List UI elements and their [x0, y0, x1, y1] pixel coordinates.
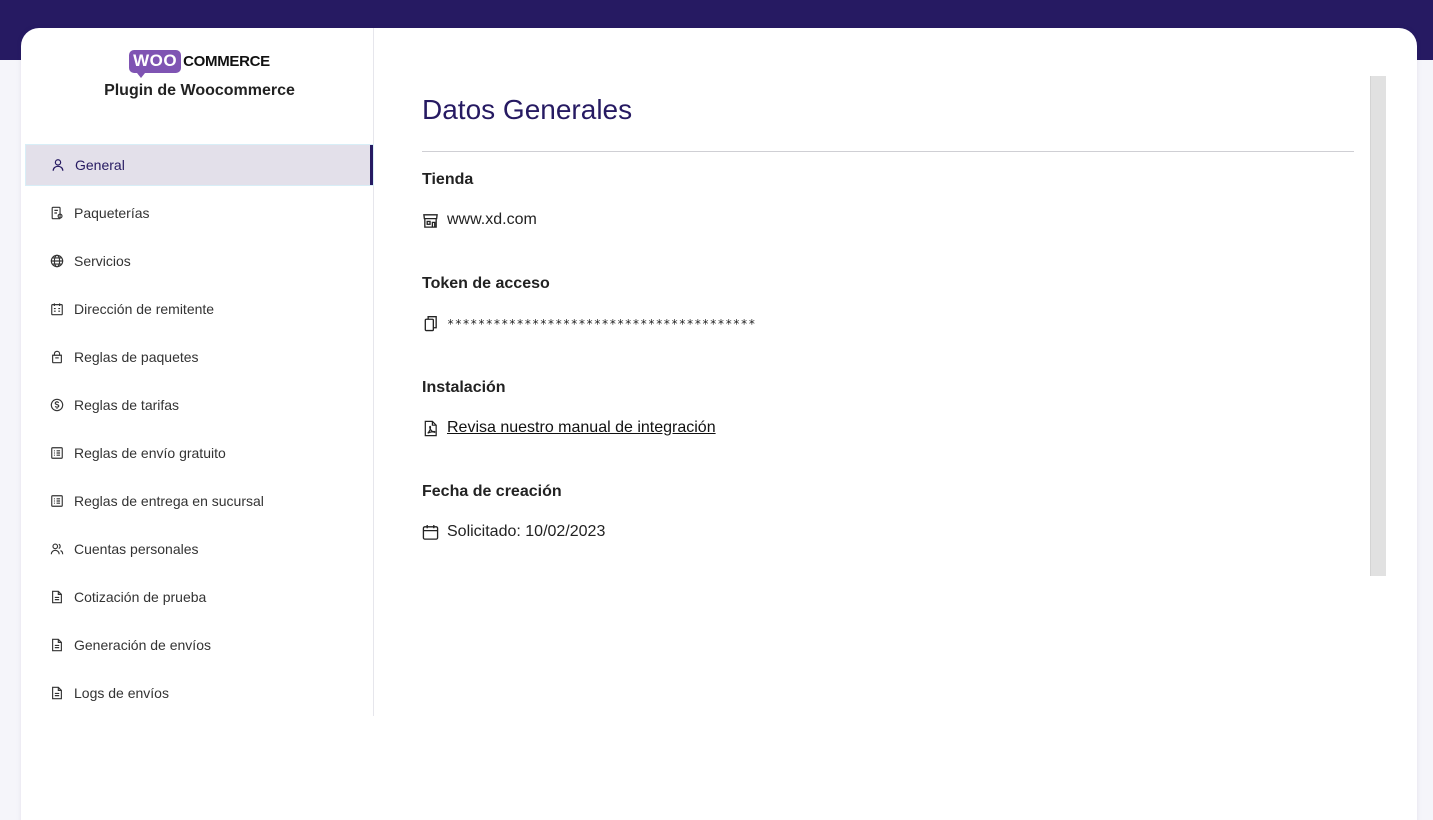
list-icon [49, 445, 65, 461]
plugin-title: Plugin de Woocommerce [104, 82, 295, 99]
sidebar-item-label: Reglas de entrega en sucursal [74, 493, 264, 509]
sidebar-item-label: Reglas de paquetes [74, 349, 199, 365]
brand-block: WOO COMMERCE Plugin de Woocommerce [25, 48, 374, 100]
sidebar-item-label: General [75, 157, 125, 173]
users-icon [49, 541, 65, 557]
sidebar-item-reglas-paquetes[interactable]: Reglas de paquetes [25, 336, 374, 378]
sidebar-item-direccion-remitente[interactable]: Dirección de remitente [25, 288, 374, 330]
store-value-row: www.xd.com [422, 211, 537, 229]
integration-manual-link[interactable]: Revisa nuestro manual de integración [447, 419, 716, 437]
store-icon [422, 212, 439, 229]
sidebar-item-label: Dirección de remitente [74, 301, 215, 317]
page-title: Datos Generales [422, 94, 633, 125]
sidebar-item-paqueterias[interactable]: Paqueterías [25, 192, 374, 234]
user-icon [50, 157, 66, 173]
sidebar-item-label: Reglas de envío gratuito [74, 445, 226, 461]
sidebar: WOO COMMERCE Plugin de Woocommerce Gener… [25, 28, 374, 716]
store-label: Tienda [422, 171, 474, 188]
sidebar-item-label: Cotización de prueba [74, 589, 207, 605]
copy-icon[interactable] [422, 315, 439, 332]
vertical-scrollbar[interactable] [1370, 76, 1386, 576]
sidebar-item-reglas-tarifas[interactable]: Reglas de tarifas [25, 384, 374, 426]
logo-commerce-text: COMMERCE [183, 52, 270, 70]
sidebar-item-cotizacion-prueba[interactable]: Cotización de prueba [25, 576, 374, 618]
pdf-icon [422, 420, 439, 437]
main-content: Datos Generales Tienda www.xd.com Token … [422, 28, 1354, 588]
woocommerce-logo: WOO COMMERCE [129, 48, 270, 78]
sidebar-item-label: Servicios [74, 253, 131, 269]
created-date: Solicitado: 10/02/2023 [447, 523, 606, 540]
document-icon [49, 685, 65, 701]
main-card: WOO COMMERCE Plugin de Woocommerce Gener… [21, 28, 1417, 820]
token-label: Token de acceso [422, 275, 550, 292]
globe-icon [49, 253, 65, 269]
sidebar-item-reglas-envio-gratuito[interactable]: Reglas de envío gratuito [25, 432, 374, 474]
created-value-row: Solicitado: 10/02/2023 [422, 523, 605, 541]
install-label: Instalación [422, 379, 506, 396]
sidebar-item-servicios[interactable]: Servicios [25, 240, 374, 282]
receipt-icon [49, 205, 65, 221]
building-icon [49, 301, 65, 317]
sidebar-item-label: Logs de envíos [74, 685, 169, 701]
sidebar-item-generacion-envios[interactable]: Generación de envíos [25, 624, 374, 666]
dollar-circle-icon [49, 397, 65, 413]
sidebar-item-label: Paqueterías [74, 205, 150, 221]
sidebar-item-logs-envios[interactable]: Logs de envíos [25, 672, 374, 714]
package-icon [49, 349, 65, 365]
calendar-icon [422, 524, 439, 541]
logo-woo-mark: WOO [129, 49, 182, 78]
document-icon [49, 637, 65, 653]
store-url: www.xd.com [447, 211, 537, 228]
sidebar-item-cuentas-personales[interactable]: Cuentas personales [25, 528, 374, 570]
sidebar-nav: General Paqueterías Servicios Dirección … [25, 144, 374, 720]
list-icon [49, 493, 65, 509]
access-token-masked: **************************************** [447, 316, 756, 331]
install-value-row: Revisa nuestro manual de integración [422, 419, 716, 437]
sidebar-item-label: Reglas de tarifas [74, 397, 180, 413]
sidebar-item-general[interactable]: General [25, 144, 374, 186]
created-label: Fecha de creación [422, 483, 562, 500]
sidebar-item-label: Generación de envíos [74, 637, 211, 653]
title-divider [422, 151, 1354, 152]
sidebar-item-label: Cuentas personales [74, 541, 199, 557]
sidebar-item-reglas-entrega-sucursal[interactable]: Reglas de entrega en sucursal [25, 480, 374, 522]
token-value-row: **************************************** [422, 315, 756, 332]
document-icon [49, 589, 65, 605]
